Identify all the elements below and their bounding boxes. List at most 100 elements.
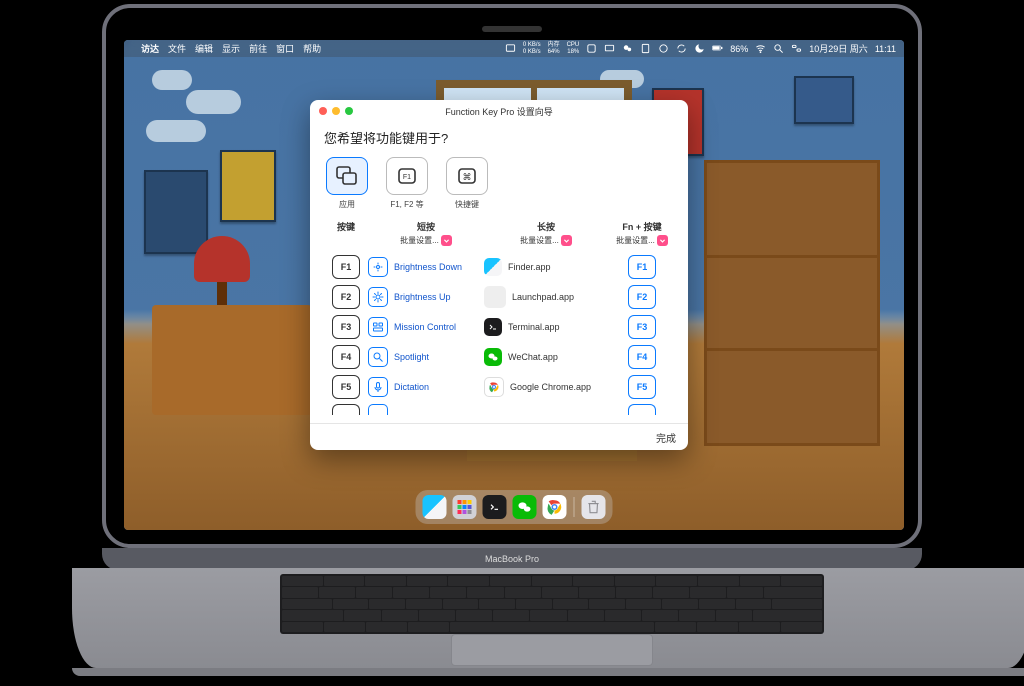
table-row: F5 Dictation Google Chrome.app F5 bbox=[324, 372, 674, 402]
camera-notch bbox=[482, 26, 542, 32]
table-row-partial bbox=[324, 402, 674, 416]
table-row: F4 Spotlight WeChat.app F4 bbox=[324, 342, 674, 372]
col-key: 按键 bbox=[324, 220, 368, 233]
mode-shortcuts[interactable]: ⌘ 快捷键 bbox=[444, 157, 490, 210]
search-icon bbox=[368, 347, 388, 367]
menubar-time[interactable]: 11:11 bbox=[875, 44, 896, 54]
dock-chrome[interactable] bbox=[543, 495, 567, 519]
fn-chip[interactable]: F4 bbox=[628, 345, 656, 369]
chevron-down-icon bbox=[561, 235, 572, 246]
spotlight-icon[interactable] bbox=[773, 43, 784, 54]
window-title: Function Key Pro 设置向导 bbox=[310, 105, 688, 118]
key-chip[interactable]: F4 bbox=[332, 345, 360, 369]
short-press-cell[interactable]: Dictation bbox=[368, 377, 484, 397]
app-window: Function Key Pro 设置向导 您希望将功能键用于? 应用 F1 bbox=[310, 100, 688, 450]
dock bbox=[416, 490, 613, 524]
table-row: F2 Brightness Up Launchpad.app F2 bbox=[324, 282, 674, 312]
memory-stats[interactable]: 内存64% bbox=[548, 42, 560, 56]
chevron-down-icon bbox=[657, 235, 668, 246]
wallpaper-bookshelf bbox=[704, 160, 880, 446]
menu-help[interactable]: 帮助 bbox=[303, 42, 321, 55]
short-press-cell[interactable]: Spotlight bbox=[368, 347, 484, 367]
fn-chip[interactable]: F3 bbox=[628, 315, 656, 339]
menu-window[interactable]: 窗口 bbox=[276, 42, 294, 55]
brightness-up-icon bbox=[368, 287, 388, 307]
batch-short[interactable]: 批量设置... bbox=[368, 235, 484, 246]
key-chip[interactable]: F3 bbox=[332, 315, 360, 339]
model-label: MacBook Pro bbox=[102, 548, 922, 570]
key-chip[interactable]: F5 bbox=[332, 375, 360, 399]
chevron-down-icon bbox=[441, 235, 452, 246]
dock-terminal[interactable] bbox=[483, 495, 507, 519]
fn-chip[interactable]: F2 bbox=[628, 285, 656, 309]
dock-finder[interactable] bbox=[423, 495, 447, 519]
app-menu[interactable]: 访达 bbox=[141, 42, 159, 55]
control-center-icon[interactable] bbox=[791, 43, 802, 54]
col-short: 短按 bbox=[368, 220, 484, 233]
chrome-icon bbox=[484, 377, 504, 397]
svg-text:F1: F1 bbox=[403, 174, 411, 181]
display-icon[interactable] bbox=[604, 43, 615, 54]
wechat-icon bbox=[484, 348, 502, 366]
table-row: F3 Mission Control Terminal.app F3 bbox=[324, 312, 674, 342]
long-press-cell[interactable]: Google Chrome.app bbox=[484, 377, 608, 397]
long-press-cell[interactable]: Launchpad.app bbox=[484, 286, 608, 308]
key-table: 按键 短按 长按 Fn + 按键 批量设置... 批量设置... 批量设置...… bbox=[310, 220, 688, 423]
refresh-icon[interactable] bbox=[676, 43, 687, 54]
short-press-cell[interactable]: Brightness Up bbox=[368, 287, 484, 307]
menubar: 访达 文件 编辑 显示 前往 窗口 帮助 0 KB/s0 KB/s 内存64% … bbox=[124, 40, 904, 57]
menubar-date[interactable]: 10月29日 周六 bbox=[809, 42, 868, 55]
keyboard-deck bbox=[72, 568, 1024, 668]
macbook-frame: 访达 文件 编辑 显示 前往 窗口 帮助 0 KB/s0 KB/s 内存64% … bbox=[72, 4, 952, 676]
cpu-stats[interactable]: CPU18% bbox=[567, 42, 580, 56]
col-long: 长按 bbox=[484, 220, 608, 233]
network-stats[interactable]: 0 KB/s0 KB/s bbox=[523, 42, 541, 56]
wallpaper-desk bbox=[152, 305, 312, 415]
fn-chip[interactable]: F5 bbox=[628, 375, 656, 399]
titlebar[interactable]: Function Key Pro 设置向导 bbox=[310, 100, 688, 122]
table-row: F1 Brightness Down Finder.app F1 bbox=[324, 252, 674, 282]
menu-go[interactable]: 前往 bbox=[249, 42, 267, 55]
mode-selector: 应用 F1 F1, F2 等 ⌘ 快捷键 bbox=[310, 157, 688, 220]
wifi-icon[interactable] bbox=[755, 43, 766, 54]
short-press-cell[interactable]: Mission Control bbox=[368, 317, 484, 337]
dock-trash[interactable] bbox=[582, 495, 606, 519]
mode-apps[interactable]: 应用 bbox=[324, 157, 370, 210]
dock-wechat[interactable] bbox=[513, 495, 537, 519]
airdrop-icon[interactable] bbox=[658, 43, 669, 54]
dock-launchpad[interactable] bbox=[453, 495, 477, 519]
col-fn: Fn + 按键 bbox=[608, 220, 676, 233]
screencast-icon[interactable] bbox=[505, 43, 516, 54]
finder-icon bbox=[484, 258, 502, 276]
battery-icon[interactable] bbox=[712, 43, 723, 54]
batch-long[interactable]: 批量设置... bbox=[484, 235, 608, 246]
menu-view[interactable]: 显示 bbox=[222, 42, 240, 55]
mode-fkeys[interactable]: F1 F1, F2 等 bbox=[384, 157, 430, 210]
battery-percent: 86% bbox=[730, 44, 748, 54]
short-press-cell[interactable]: Brightness Down bbox=[368, 257, 484, 277]
menu-edit[interactable]: 编辑 bbox=[195, 42, 213, 55]
launchpad-icon bbox=[484, 286, 506, 308]
trackpad bbox=[451, 634, 653, 666]
svg-text:⌘: ⌘ bbox=[463, 172, 472, 182]
keyboard bbox=[280, 574, 824, 634]
batch-fn[interactable]: 批量设置... bbox=[608, 235, 676, 246]
done-button[interactable]: 完成 bbox=[656, 430, 676, 445]
long-press-cell[interactable]: Terminal.app bbox=[484, 318, 608, 336]
long-press-cell[interactable]: WeChat.app bbox=[484, 348, 608, 366]
long-press-cell[interactable]: Finder.app bbox=[484, 258, 608, 276]
shortcut-icon[interactable] bbox=[586, 43, 597, 54]
microphone-icon bbox=[368, 377, 388, 397]
key-chip[interactable]: F2 bbox=[332, 285, 360, 309]
fn-chip[interactable]: F1 bbox=[628, 255, 656, 279]
terminal-icon bbox=[484, 318, 502, 336]
brightness-down-icon bbox=[368, 257, 388, 277]
moon-icon[interactable] bbox=[694, 43, 705, 54]
key-chip[interactable]: F1 bbox=[332, 255, 360, 279]
wizard-heading: 您希望将功能键用于? bbox=[310, 122, 688, 157]
wechat-menubar-icon[interactable] bbox=[622, 43, 633, 54]
hammerspoon-icon[interactable] bbox=[640, 43, 651, 54]
menu-file[interactable]: 文件 bbox=[168, 42, 186, 55]
mission-control-icon bbox=[368, 317, 388, 337]
screen: 访达 文件 编辑 显示 前往 窗口 帮助 0 KB/s0 KB/s 内存64% … bbox=[124, 40, 904, 530]
